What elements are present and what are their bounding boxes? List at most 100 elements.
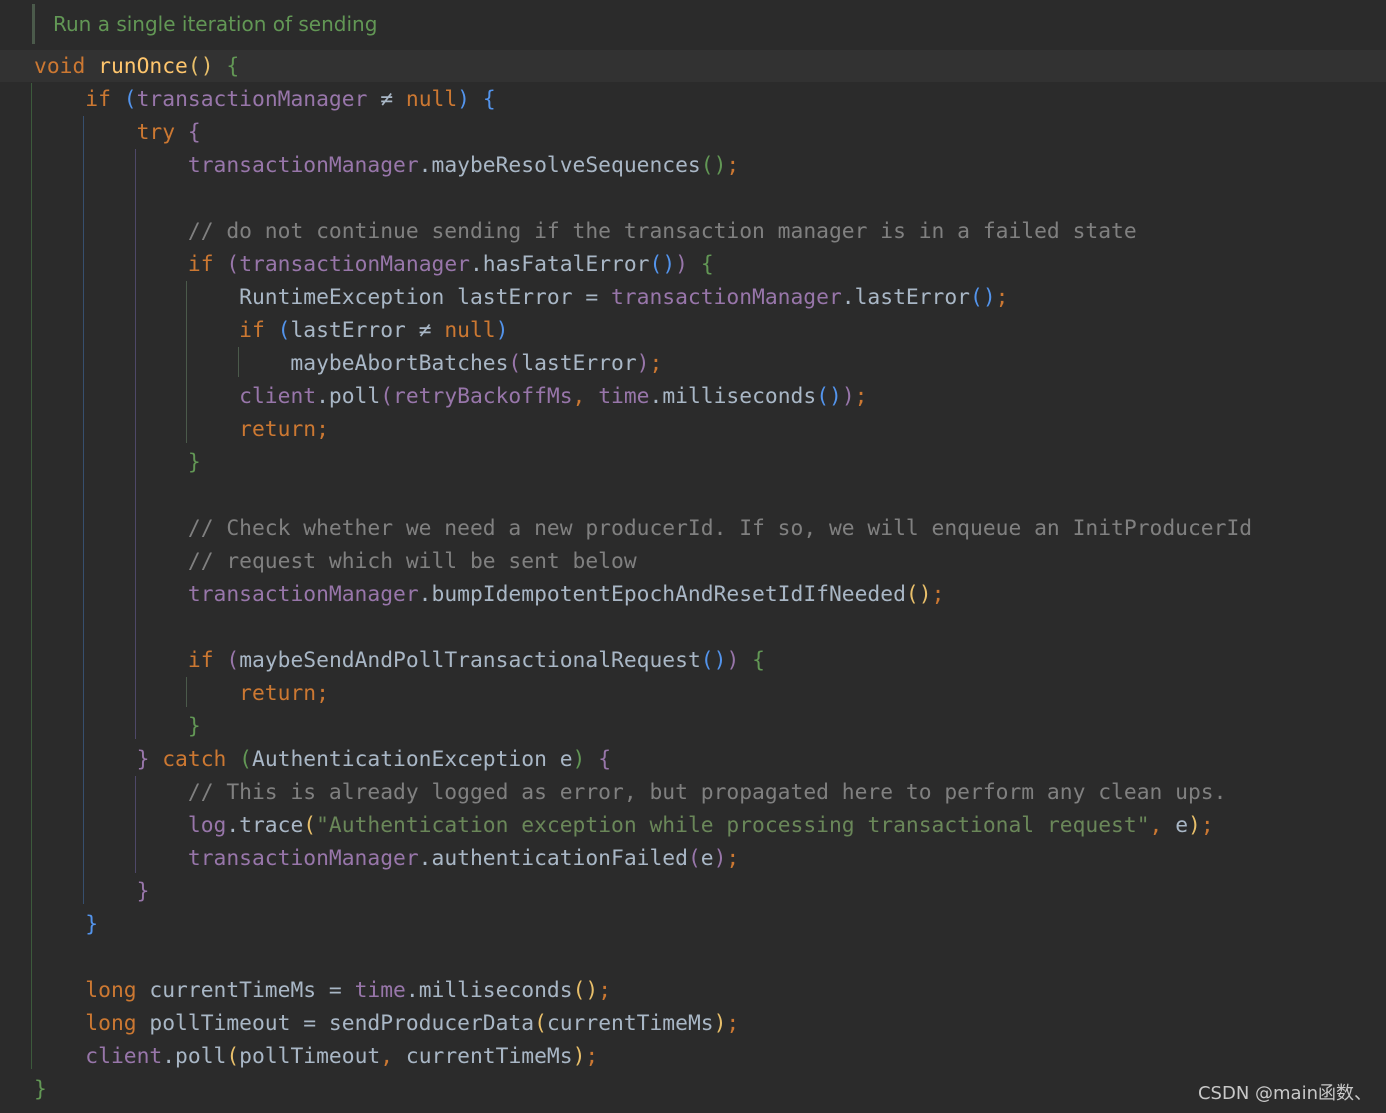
code-token: lastError [521,351,637,376]
code-line[interactable] [34,182,1252,215]
code-line[interactable]: long currentTimeMs = time.milliseconds()… [34,974,1252,1007]
code-token: long [85,1011,137,1036]
code-line[interactable]: if (transactionManager ≠ null) { [34,83,1252,116]
code-token: () [187,54,214,79]
code-token: transactionManager [136,87,368,112]
code-token: null [444,318,496,343]
code-line[interactable]: } [34,710,1252,743]
code-line[interactable]: transactionManager.maybeResolveSequences… [34,149,1252,182]
code-token: ) [726,648,740,673]
code-line[interactable]: RuntimeException lastError = transaction… [34,281,1252,314]
code-line[interactable]: client.poll(retryBackoffMs, time.millise… [34,380,1252,413]
code-token: ) [572,1044,586,1069]
code-token: return [239,417,317,442]
code-editor[interactable]: void runOnce() { if (transactionManager … [34,50,1252,1106]
code-token: () [816,384,842,409]
code-token: void [34,54,86,79]
code-token: .lastError [841,285,970,310]
code-token: e [700,846,714,871]
code-line[interactable]: transactionManager.bumpIdempotentEpochAn… [34,578,1252,611]
code-token: .poll [162,1044,227,1069]
code-line[interactable]: if (maybeSendAndPollTransactionalRequest… [34,644,1252,677]
code-token: ) [675,252,688,277]
code-line[interactable]: return; [34,677,1252,710]
code-token: long [85,978,137,1003]
code-token: () [572,978,599,1003]
code-token: transactionManager [610,285,842,310]
code-token: ) [713,846,727,871]
code-token: ( [277,318,291,343]
code-token: ; [854,384,868,409]
code-token: } [85,912,99,937]
code-token: currentTimeMs [405,1044,573,1069]
code-token: "Authentication exception while processi… [316,813,1150,838]
code-token: .hasFatalError [469,252,650,277]
code-line[interactable]: } catch (AuthenticationException e) { [34,743,1252,776]
code-token: pollTimeout = sendProducerData [136,1011,535,1036]
code-token: { [598,747,612,772]
code-token: .authenticationFailed [418,846,688,871]
code-line[interactable]: } [34,908,1252,941]
code-token: } [136,879,150,904]
code-token: if [239,318,265,343]
code-token: { [752,648,765,673]
code-line[interactable]: // do not continue sending if the transa… [34,215,1252,248]
doc-comment-bar [32,4,35,44]
code-line[interactable]: void runOnce() { [34,50,1252,83]
code-token: .maybeResolveSequences [418,153,701,178]
code-line[interactable]: long pollTimeout = sendProducerData(curr… [34,1007,1252,1040]
code-line[interactable]: if (lastError ≠ null) [34,314,1252,347]
code-line[interactable]: client.poll(pollTimeout, currentTimeMs); [34,1040,1252,1073]
code-token: ) [495,318,509,343]
code-line[interactable]: maybeAbortBatches(lastError); [34,347,1252,380]
code-line[interactable]: } [34,1073,1252,1106]
code-token: time [354,978,406,1003]
code-line[interactable]: } [34,875,1252,908]
code-token: ( [123,87,137,112]
code-token: ( [226,648,240,673]
code-token: runOnce [98,54,188,79]
code-token: ( [226,252,240,277]
code-line[interactable]: // request which will be sent below [34,545,1252,578]
code-token: ; [316,681,329,706]
doc-comment-text: Run a single iteration of sending [53,12,378,36]
code-line[interactable]: try { [34,116,1252,149]
code-line[interactable] [34,611,1252,644]
code-line[interactable]: log.trace("Authentication exception whil… [34,809,1252,842]
code-token: { [226,54,240,79]
code-token: ) [841,384,855,409]
code-line[interactable]: // This is already logged as error, but … [34,776,1252,809]
code-line[interactable]: // Check whether we need a new producerI… [34,512,1252,545]
code-token: try [136,120,176,145]
code-line[interactable]: transactionManager.authenticationFailed(… [34,842,1252,875]
code-line[interactable]: } [34,446,1252,479]
code-token: () [700,648,727,673]
code-token: ( [380,384,394,409]
code-token: ; [316,417,329,442]
code-token: ; [649,351,663,376]
code-token: .trace [226,813,304,838]
code-token: { [187,120,201,145]
code-line[interactable]: if (transactionManager.hasFatalError()) … [34,248,1252,281]
watermark: CSDN @main函数、 [1197,1083,1372,1104]
code-token: transactionManager [187,846,419,871]
code-token: if [187,252,214,277]
code-token: transactionManager [239,252,470,277]
code-line[interactable]: return; [34,413,1252,446]
code-line[interactable] [34,479,1252,512]
code-line[interactable] [34,941,1252,974]
code-token: ; [1200,813,1214,838]
code-token: ; [726,846,740,871]
code-token: { [482,87,496,112]
